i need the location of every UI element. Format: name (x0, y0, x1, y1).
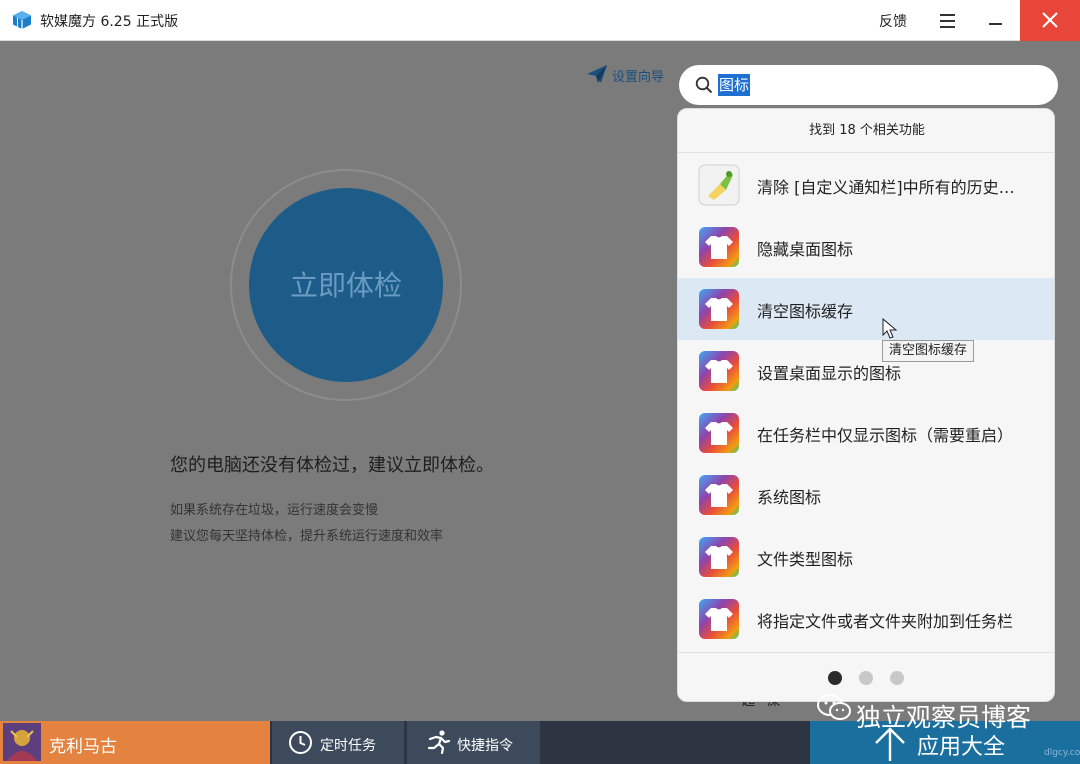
tshirt-icon (699, 289, 739, 329)
tooltip: 清空图标缓存 (882, 340, 975, 362)
setup-wizard-label: 设置向导 (612, 70, 665, 85)
status-headline: 您的电脑还没有体检过，建议立即体检。 (170, 455, 494, 476)
tshirt-icon (699, 537, 739, 577)
tshirt-icon (699, 227, 739, 267)
result-label: 清空图标缓存 (757, 302, 854, 321)
page-dot-2[interactable] (859, 671, 873, 685)
search-input[interactable]: 图标 (718, 74, 751, 96)
close-icon (1042, 12, 1058, 28)
tshirt-icon (699, 599, 739, 639)
watermark-site: dlgcy.com (1044, 748, 1080, 758)
avatar (3, 723, 41, 761)
search-results-panel: 找到 18 个相关功能 清除 [自定义通知栏]中所有的历史… 隐藏桌面图标 清空图标… (677, 108, 1055, 702)
result-item[interactable]: 设置桌面显示的图标 (678, 340, 1054, 402)
check-now-button[interactable]: 立即体检 (249, 188, 443, 382)
close-button[interactable] (1020, 0, 1080, 41)
wechat-logo-icon (817, 694, 851, 720)
running-man-icon (427, 730, 451, 755)
watermark-text: 独立观察员博客 (856, 703, 1032, 732)
title-bar: 软媒魔方 6.25 正式版 反馈 (0, 0, 1080, 41)
quick-command-label: 快捷指令 (457, 738, 513, 754)
user-button[interactable]: 克利马古 (0, 721, 270, 764)
mouse-cursor-icon (882, 318, 898, 339)
result-label: 将指定文件或者文件夹附加到任务栏 (757, 612, 1014, 631)
paper-plane-icon (587, 65, 607, 83)
results-count: 找到 18 个相关功能 (678, 109, 1054, 153)
result-label: 系统图标 (757, 488, 822, 507)
result-item[interactable]: 文件类型图标 (678, 526, 1054, 588)
broom-icon (698, 164, 740, 206)
tshirt-icon (699, 351, 739, 391)
result-label: 设置桌面显示的图标 (757, 364, 902, 383)
feedback-link[interactable]: 反馈 (879, 11, 907, 31)
result-label: 在任务栏中仅显示图标（需要重启） (757, 426, 1014, 445)
result-item[interactable]: 清除 [自定义通知栏]中所有的历史… (678, 154, 1054, 216)
app-title: 软媒魔方 6.25 正式版 (40, 14, 179, 30)
tip-line-2: 建议您每天坚持体检，提升系统运行速度和效率 (170, 529, 444, 544)
minimize-button[interactable] (980, 8, 1010, 34)
result-item[interactable]: 系统图标 (678, 464, 1054, 526)
result-label: 隐藏桌面图标 (757, 240, 854, 259)
result-item[interactable]: 清空图标缓存 (678, 278, 1054, 340)
scheduled-task-label: 定时任务 (320, 738, 376, 754)
check-now-label: 立即体检 (289, 269, 402, 302)
menu-icon[interactable] (932, 8, 962, 34)
result-item[interactable]: 隐藏桌面图标 (678, 216, 1054, 278)
scheduled-task-button[interactable]: 定时任务 (272, 721, 404, 764)
user-name: 克利马古 (49, 737, 117, 757)
result-item[interactable]: 在任务栏中仅显示图标（需要重启） (678, 402, 1054, 464)
clock-icon (289, 731, 312, 754)
tshirt-icon (699, 475, 739, 515)
page-dot-3[interactable] (890, 671, 904, 685)
search-field[interactable]: 图标 (679, 65, 1058, 105)
search-icon (695, 76, 713, 94)
result-item[interactable]: 将指定文件或者文件夹附加到任务栏 (678, 588, 1054, 650)
pagination (678, 652, 1054, 701)
quick-command-button[interactable]: 快捷指令 (407, 721, 540, 764)
result-label: 文件类型图标 (757, 550, 854, 569)
result-label: 清除 [自定义通知栏]中所有的历史… (757, 178, 1015, 197)
app-logo-icon (13, 11, 31, 29)
tip-line-1: 如果系统存在垃圾，运行速度会变慢 (170, 503, 379, 518)
page-dot-1[interactable] (828, 671, 842, 685)
tshirt-icon (699, 413, 739, 453)
